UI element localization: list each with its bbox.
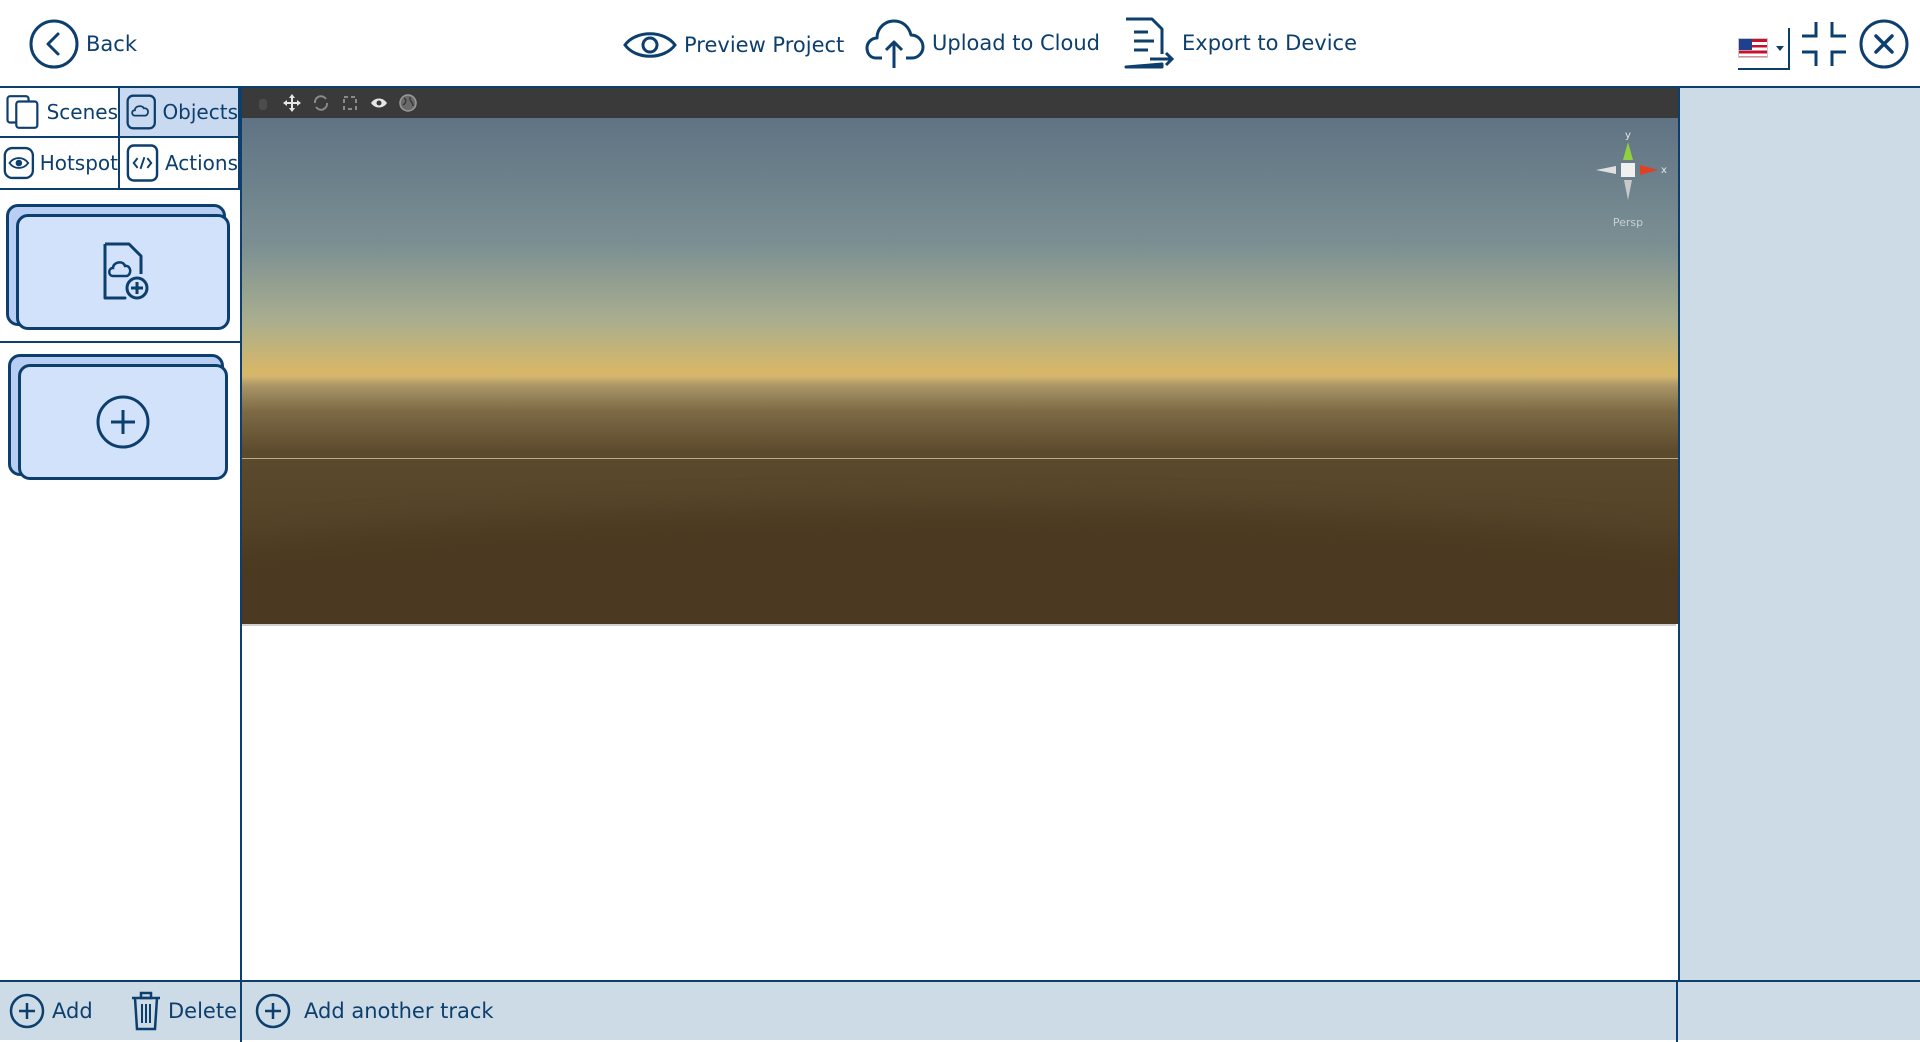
us-flag-icon: [1738, 38, 1768, 58]
trash-icon: [132, 991, 160, 1031]
scene-ground: [242, 508, 1678, 624]
top-toolbar: Back Preview Project Upload to Cloud Exp…: [0, 0, 1920, 88]
globe-tool-icon[interactable]: [397, 92, 419, 114]
tab-hotspot-label: Hotspot: [39, 151, 118, 175]
exit-fullscreen-button[interactable]: [1800, 20, 1848, 68]
projection-label: Persp: [1612, 216, 1644, 229]
scene-viewport[interactable]: y x Persp: [242, 88, 1678, 624]
export-label: Export to Device: [1182, 31, 1357, 55]
tab-objects[interactable]: Objects: [120, 88, 240, 138]
hand-tool-icon[interactable]: [252, 92, 274, 114]
divider: [1676, 982, 1678, 1042]
upload-cloud-button[interactable]: Upload to Cloud: [864, 14, 1100, 72]
sidebar-tabs: Scenes Objects Hotspot Actions: [0, 88, 240, 190]
tab-actions-label: Actions: [164, 151, 238, 175]
visibility-tool-icon[interactable]: [368, 92, 390, 114]
code-icon: [126, 144, 159, 182]
chevron-down-icon: [1776, 45, 1784, 51]
move-tool-icon[interactable]: [281, 92, 303, 114]
scene-skybox: y x Persp: [242, 118, 1678, 624]
bottom-toolbar: Add Delete Add another track: [0, 980, 1920, 1042]
eye-icon: [623, 32, 677, 58]
add-item-card[interactable]: [8, 354, 228, 480]
add-track-label: Add another track: [304, 999, 494, 1023]
viewport-toolbar: [242, 88, 1678, 118]
tab-scenes-label: Scenes: [46, 100, 118, 124]
tab-actions[interactable]: Actions: [120, 138, 240, 190]
back-button[interactable]: Back: [28, 18, 137, 70]
back-label: Back: [86, 32, 137, 56]
horizon-line: [242, 458, 1678, 459]
add-circle-icon: [9, 993, 45, 1029]
right-panel: [1678, 88, 1920, 980]
cloud-upload-icon: [865, 19, 925, 68]
close-icon: [1859, 19, 1909, 69]
close-button[interactable]: [1858, 18, 1910, 70]
rotate-tool-icon[interactable]: [310, 92, 332, 114]
language-selector[interactable]: [1738, 28, 1790, 70]
scale-tool-icon[interactable]: [339, 92, 361, 114]
chevron-left-circle-icon: [29, 19, 79, 69]
add-label: Add: [52, 999, 93, 1023]
orientation-gizmo[interactable]: y x Persp: [1588, 128, 1668, 229]
preview-project-button[interactable]: Preview Project: [622, 22, 844, 68]
add-button[interactable]: Add: [8, 992, 93, 1030]
delete-button[interactable]: Delete: [130, 991, 237, 1031]
scenes-icon: [6, 95, 39, 129]
eye-icon: [3, 146, 35, 180]
divider: [0, 341, 240, 343]
collapse-icon: [1802, 22, 1846, 66]
gizmo-axis-x: x: [1661, 165, 1667, 176]
timeline-area[interactable]: [242, 624, 1676, 980]
tab-scenes[interactable]: Scenes: [0, 88, 120, 138]
upload-label: Upload to Cloud: [932, 31, 1100, 55]
gizmo-axis-y: y: [1625, 130, 1631, 141]
add-object-card[interactable]: [6, 204, 230, 330]
export-device-button[interactable]: Export to Device: [1120, 14, 1357, 72]
tab-hotspot[interactable]: Hotspot: [0, 138, 120, 190]
left-sidebar: Scenes Objects Hotspot Actions: [0, 88, 242, 1040]
add-circle-icon: [96, 395, 150, 449]
object-icon: [126, 94, 156, 130]
add-track-button[interactable]: Add another track: [254, 992, 494, 1030]
delete-label: Delete: [168, 999, 237, 1023]
add-object-file-icon: [103, 242, 149, 300]
divider: [240, 982, 242, 1042]
export-file-icon: [1124, 17, 1175, 69]
add-circle-icon: [255, 993, 291, 1029]
preview-label: Preview Project: [684, 33, 845, 57]
tab-objects-label: Objects: [162, 100, 238, 124]
